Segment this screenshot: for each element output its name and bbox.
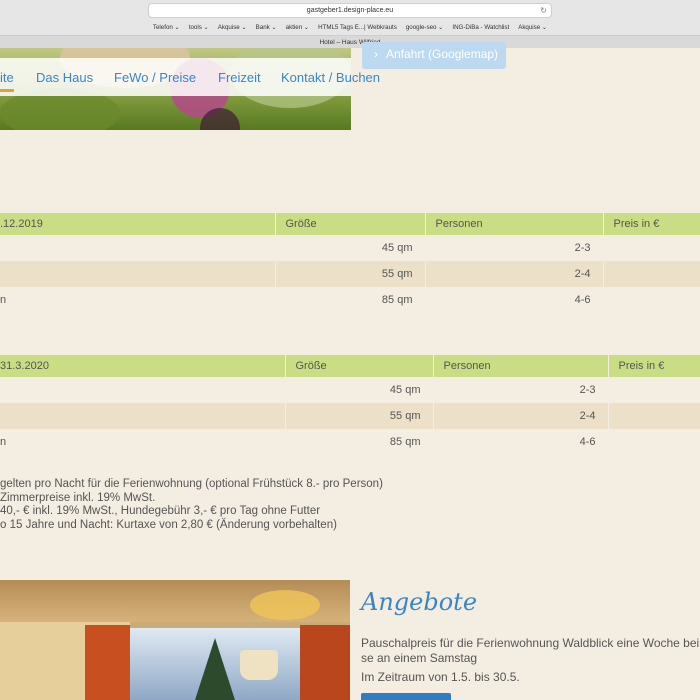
table-header: Größe [275,213,426,235]
note-line: o 15 Jahre und Nacht: Kurtaxe von 2,80 €… [0,518,337,531]
table-cell [0,377,286,403]
nav-item-fewo-preise[interactable]: FeWo / Preise [114,70,196,85]
reload-icon[interactable]: ↻ [540,4,547,18]
bookmarks-bar: Telefon ⌄ tools ⌄ Akquise ⌄ Bank ⌄ aktie… [0,22,700,34]
offers-text: Pauschalpreis für die Ferienwohnung Wald… [361,636,700,650]
note-line: 40,- € inkl. 19% MwSt., Hundegebühr 3,- … [0,505,321,517]
table-cell: 85 qm [285,429,434,455]
table-cell [0,261,276,287]
table-cell [608,377,700,403]
table-row: 45 qm 2-3 [0,235,700,261]
room-photo [0,580,350,700]
table-cell: 45 qm [285,377,434,403]
map-button-label: Anfahrt (Googlemap) [386,47,499,61]
table-row: n 85 qm 4-6 [0,287,700,313]
offers-date-range: Im Zeitraum von 1.5. bis 30.5. [361,670,520,684]
main-nav: ite Das Haus FeWo / Preise Freizeit Kont… [0,58,380,96]
table-cell: 4-6 [433,429,609,455]
table-cell: 4-6 [425,287,604,313]
bookmark-item[interactable]: Bank ⌄ [256,22,277,34]
table-cell [0,403,286,429]
table-header: Personen [433,355,609,377]
bookmark-item[interactable]: google-seo ⌄ [406,22,444,34]
table-header: Preis in € [603,213,700,235]
table-header: .12.2019 [0,213,276,235]
offers-heading: Angebote [361,588,478,616]
table-cell: n [0,429,286,455]
price-notes: gelten pro Nacht für die Ferienwohnung (… [0,478,383,532]
chevron-right-icon: › [374,47,378,61]
offers-button[interactable] [361,693,451,700]
browser-chrome: gastgeber1.design-place.eu ↻ Telefon ⌄ t… [0,0,700,48]
bookmark-item[interactable]: Telefon ⌄ [153,22,180,34]
table-cell [608,403,700,429]
price-table-1: .12.2019 Größe Personen Preis in € 45 qm… [0,213,700,313]
table-cell: 2-3 [433,377,609,403]
bookmark-item[interactable]: aktien ⌄ [286,22,309,34]
nav-item-freizeit[interactable]: Freizeit [218,70,261,85]
bookmark-item[interactable]: tools ⌄ [189,22,209,34]
table-cell: 2-3 [425,235,604,261]
bookmark-item[interactable]: Akquise ⌄ [518,22,547,34]
table-header: 31.3.2020 [0,355,286,377]
table-cell [603,261,700,287]
map-button[interactable]: › Anfahrt (Googlemap) [362,42,506,69]
table-row: n 85 qm 4-6 [0,429,700,455]
table-cell [603,235,700,261]
table-header: Preis in € [608,355,700,377]
table-cell: 85 qm [275,287,426,313]
table-cell: 55 qm [285,403,434,429]
table-cell: 2-4 [425,261,604,287]
table-header: Personen [425,213,604,235]
note-line: gelten pro Nacht für die Ferienwohnung (… [0,478,383,490]
table-cell: n [0,287,276,313]
bookmark-item[interactable]: ING-DiBa - Watchlist [452,22,509,34]
tab-title[interactable]: Hotel – Haus Wilfried [0,35,700,48]
url-text: gastgeber1.design-place.eu [306,7,394,14]
address-bar[interactable]: gastgeber1.design-place.eu ↻ [148,3,552,18]
bookmark-item[interactable]: HTML5 Tags E...| Webkrauts [318,22,397,34]
offers-text: se an einem Samstag [361,651,478,665]
active-nav-indicator [0,89,14,92]
note-line: Zimmerpreise inkl. 19% MwSt. [0,491,156,504]
table-row: 55 qm 2-4 [0,403,700,429]
nav-item-home[interactable]: ite [0,70,14,85]
table-row: 55 qm 2-4 [0,261,700,287]
price-table-2: 31.3.2020 Größe Personen Preis in € 45 q… [0,355,700,455]
nav-item-kontakt-buchen[interactable]: Kontakt / Buchen [281,70,380,85]
table-cell [0,235,276,261]
table-cell [608,429,700,455]
nav-item-das-haus[interactable]: Das Haus [36,70,93,85]
table-cell: 2-4 [433,403,609,429]
bookmark-item[interactable]: Akquise ⌄ [218,22,247,34]
table-header: Größe [285,355,434,377]
table-cell: 45 qm [275,235,426,261]
table-cell: 55 qm [275,261,426,287]
table-row: 45 qm 2-3 [0,377,700,403]
table-cell [603,287,700,313]
